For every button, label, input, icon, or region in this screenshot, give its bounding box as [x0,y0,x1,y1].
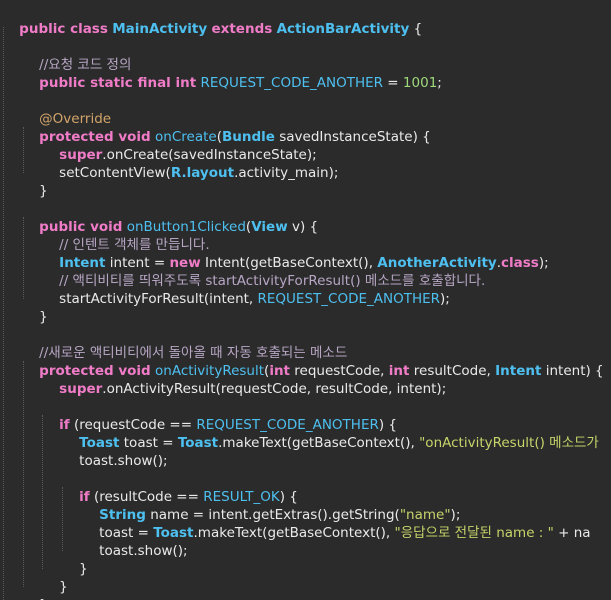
code-line: //요청 코드 정의 [22,38,131,73]
code-line: @Override [22,92,111,127]
code-line: public static final int REQUEST_CODE_ANO… [22,56,442,91]
code-token: intent) { [541,363,604,379]
code-token: extends [211,21,273,37]
code-line: } [22,164,48,199]
code-line: //새로운 액티비티에서 돌아올 때 자동 호출되는 메소드 [22,326,347,361]
code-token: v) { [287,219,319,235]
code-token: class [501,255,539,271]
code-line: String name = intent.getExtras().getStri… [82,488,460,523]
indent-guide [3,27,4,600]
code-line: toast.show(); [82,524,187,559]
code-line: // 인텐트 객체를 만듭니다. [42,218,209,253]
code-line: super.onCreate(savedInstanceState); [42,128,317,163]
code-line: Intent intent = new Intent(getBaseContex… [42,236,548,271]
code-line: // 액티비티를 띄워주도록 startActivityForResult() … [42,254,485,289]
code-line: protected void onCreate(Bundle savedInst… [22,110,431,145]
code-editor[interactable]: public class MainActivity extends Action… [0,0,611,600]
code-token: super [59,381,103,397]
code-token: + na [553,525,591,541]
code-string: "onActivityResult() 메소드가 [419,435,599,451]
code-token: ActionBarActivity [276,21,410,37]
code-line: setContentView(R.layout.activity_main); [42,146,338,181]
code-token: .onActivityResult(requestCode, resultCod… [102,381,447,397]
code-token: } [79,561,88,577]
code-line: super.onActivityResult(requestCode, resu… [42,362,446,397]
code-token: { [413,21,423,37]
code-line: public class MainActivity extends Action… [2,2,422,37]
code-line: public void onButton1Clicked(View v) { [22,200,318,235]
code-line: } [42,560,68,595]
code-token: R.layout [170,165,235,181]
code-token: toast.show(); [79,453,168,469]
code-line: if (requestCode == REQUEST_CODE_ANOTHER)… [42,398,397,433]
code-token: } [59,579,68,595]
code-token: 1001 [402,75,438,91]
code-token: Intent [495,363,542,379]
code-line: } [62,542,88,577]
code-line: if (resultCode == RESULT_OK) { [62,470,298,505]
code-token: startActivityForResult(intent, [59,291,258,307]
code-token: } [39,309,48,325]
code-token: .makeText(getBaseContext(), [193,525,395,541]
code-token: toast.show(); [99,543,188,559]
code-string: "응답으로 전달된 name : " [394,525,554,541]
code-token: ; [437,75,442,91]
code-token: ); [538,255,549,271]
code-token: = [383,75,403,91]
code-line: protected void onActivityResult(int requ… [22,344,603,379]
code-token: .activity_main); [234,165,339,181]
code-token: MainActivity [112,21,208,37]
code-token: REQUEST_CODE_ANOTHER [257,291,441,307]
code-line: } [22,290,48,325]
code-line: startActivityForResult(intent, REQUEST_C… [42,272,450,307]
code-line: toast.show(); [62,434,167,469]
code-line: } [22,578,48,600]
code-line: toast = Toast.makeText(getBaseContext(),… [82,506,590,541]
code-token: REQUEST_CODE_ANOTHER [200,75,384,91]
code-token: View [251,219,288,235]
code-token: setContentView( [59,165,171,181]
code-token: Toast [177,435,219,451]
code-token: ); [440,291,450,307]
code-line: Toast toast = Toast.makeText(getBaseCont… [62,416,599,451]
code-token: } [39,183,48,199]
code-token: .makeText(getBaseContext(), [218,435,420,451]
code-token: public class [19,21,108,37]
code-token: public static final int [39,75,197,91]
